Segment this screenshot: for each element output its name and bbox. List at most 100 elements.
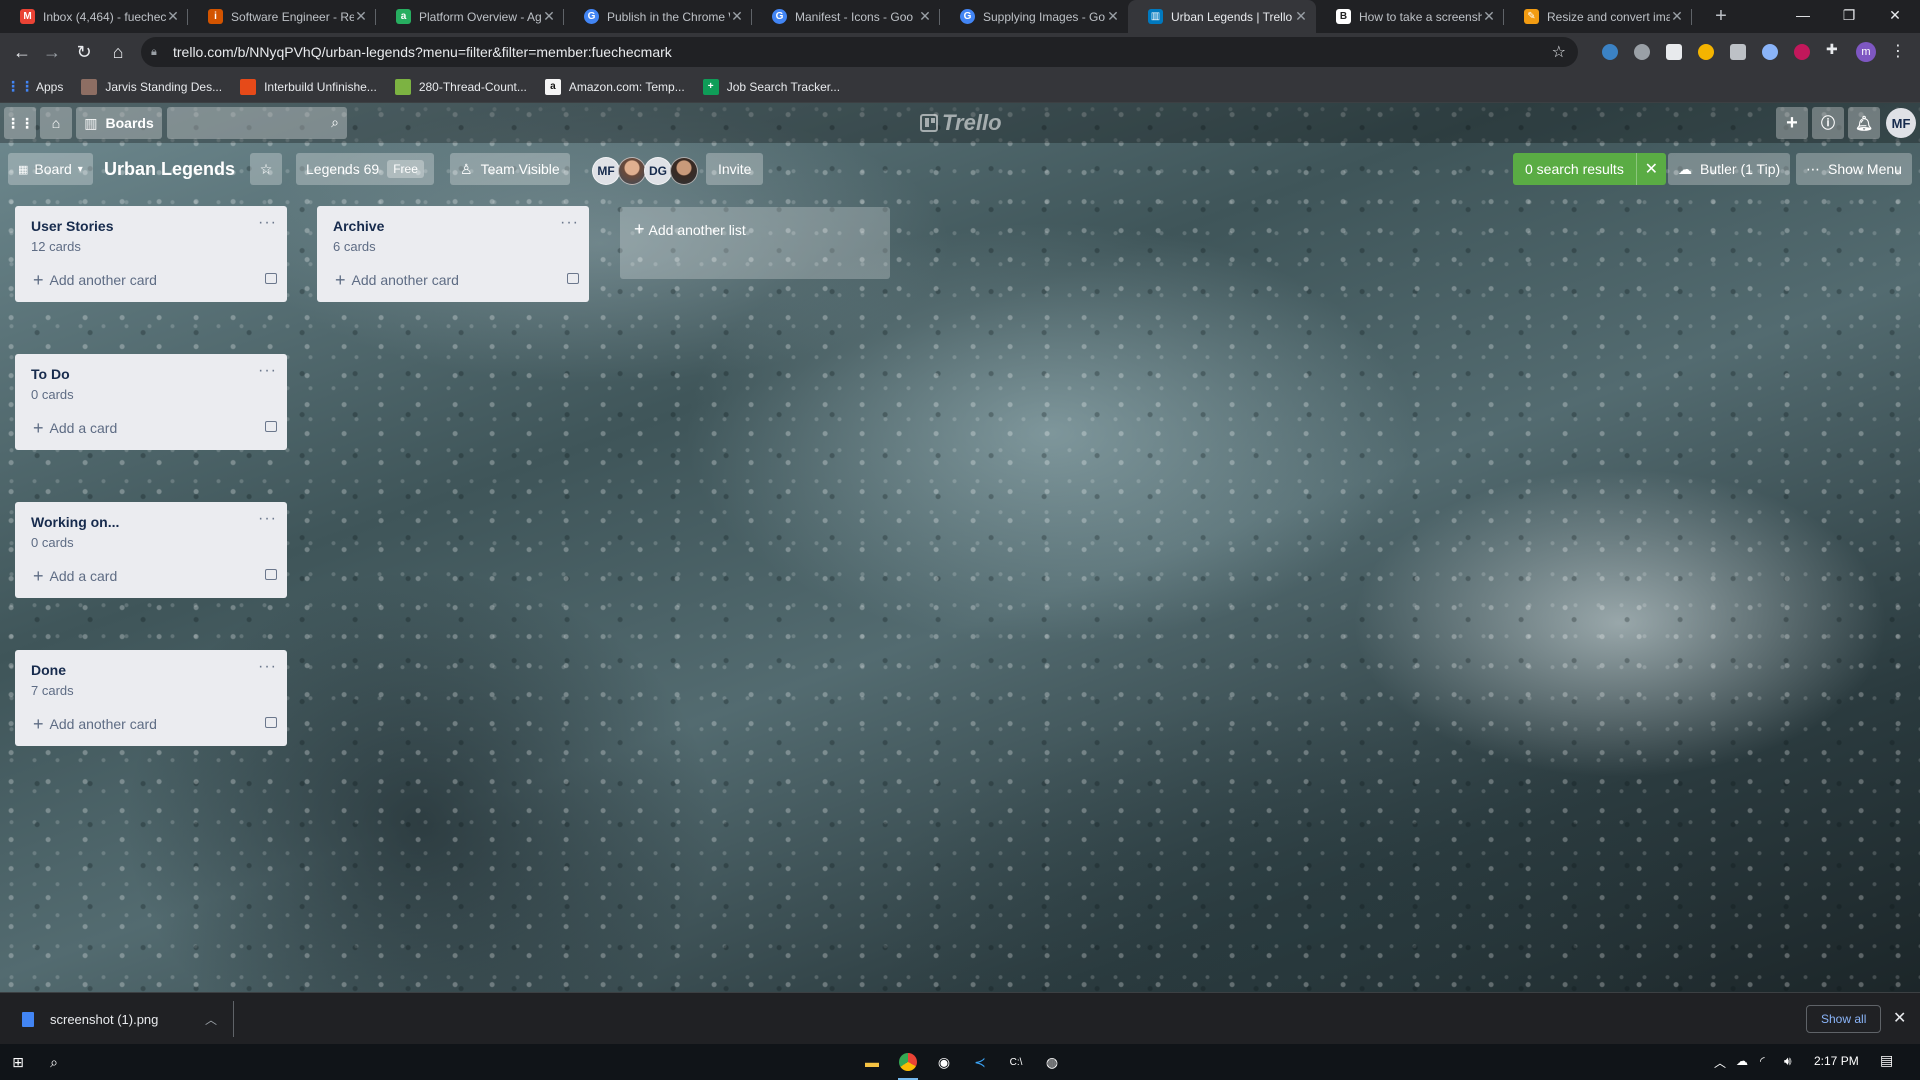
notifications-icon[interactable]: ▤ <box>1880 1052 1893 1069</box>
tab-screenshot-howto[interactable]: B How to take a screensh ✕ <box>1316 0 1504 33</box>
notifications-bell-icon[interactable]: 🔔︎ <box>1848 107 1880 139</box>
create-button[interactable]: + <box>1776 107 1808 139</box>
bookmark-apps[interactable]: ⋮⋮ Apps <box>6 78 63 95</box>
terminal-icon[interactable]: C:\ <box>1004 1050 1028 1074</box>
list-title[interactable]: User Stories <box>31 218 277 234</box>
card-template-icon[interactable] <box>567 273 579 284</box>
extension-circle-icon[interactable] <box>1762 44 1778 60</box>
extension-record-icon[interactable] <box>1634 44 1650 60</box>
minimize-icon[interactable]: — <box>1780 0 1826 30</box>
volume-icon[interactable]: 🔊︎ <box>1784 1054 1792 1069</box>
close-tab-icon[interactable]: ✕ <box>1670 8 1684 25</box>
list-menu-icon[interactable]: ··· <box>560 214 579 232</box>
list-menu-icon[interactable]: ··· <box>258 362 277 380</box>
close-tab-icon[interactable]: ✕ <box>730 8 744 25</box>
extension-briefcase-icon[interactable] <box>1666 44 1682 60</box>
tray-chevron-up-icon[interactable]: ︿ <box>1714 1054 1726 1071</box>
search-icon[interactable]: ⌕ <box>331 114 339 131</box>
card-template-icon[interactable] <box>265 421 277 432</box>
list-title[interactable]: Done <box>31 662 277 678</box>
add-card-button[interactable]: + Add another card <box>31 266 277 294</box>
user-avatar[interactable]: MF <box>1886 108 1916 138</box>
bookmark-amazon[interactable]: a Amazon.com: Temp... <box>544 78 685 95</box>
profile-avatar[interactable]: m <box>1856 42 1876 62</box>
app-circle-icon[interactable]: ◍ <box>1040 1050 1064 1074</box>
restore-icon[interactable]: ❐ <box>1826 0 1872 30</box>
close-window-icon[interactable]: ✕ <box>1872 0 1918 30</box>
list-title[interactable]: To Do <box>31 366 277 382</box>
board-title[interactable]: Urban Legends <box>96 153 243 185</box>
team-button[interactable]: Legends 69 Free <box>296 153 434 185</box>
star-board-icon[interactable]: ☆ <box>250 153 282 185</box>
add-card-button[interactable]: + Add another card <box>31 710 277 738</box>
tab-agora[interactable]: a Platform Overview - Ag ✕ <box>376 0 564 33</box>
clock[interactable]: 2:17 PM <box>1814 1054 1859 1068</box>
filter-results-button[interactable]: 0 search results ✕ <box>1513 153 1666 185</box>
list-menu-icon[interactable]: ··· <box>258 214 277 232</box>
close-tab-icon[interactable]: ✕ <box>918 8 932 25</box>
extensions-puzzle-icon[interactable]: ✚ <box>1826 41 1842 57</box>
extension-square-icon[interactable] <box>1730 44 1746 60</box>
forward-icon[interactable]: → <box>38 38 66 66</box>
info-icon[interactable]: ⓘ <box>1812 107 1844 139</box>
show-menu-button[interactable]: ⋯ Show Menu <box>1796 153 1912 185</box>
address-bar[interactable]: 🔒︎ trello.com/b/NNyqPVhQ/urban-legends?m… <box>141 37 1578 67</box>
close-tab-icon[interactable]: ✕ <box>354 8 368 25</box>
reload-icon[interactable]: ↻ <box>70 38 98 66</box>
network-icon[interactable]: ◜ <box>1760 1054 1765 1068</box>
boards-button[interactable]: ▥ Boards <box>76 107 162 139</box>
bookmark-jarvis[interactable]: Jarvis Standing Des... <box>81 78 222 95</box>
extension-react-icon[interactable] <box>1602 44 1618 60</box>
visibility-button[interactable]: ♙ Team Visible <box>450 153 570 185</box>
add-card-button[interactable]: + Add a card <box>31 562 277 590</box>
invite-button[interactable]: Invite <box>706 153 764 185</box>
download-item[interactable]: screenshot (1).png ︿ <box>12 1001 234 1037</box>
home-icon[interactable]: ⌂ <box>104 38 132 66</box>
member-avatar-mf[interactable]: MF <box>592 157 620 185</box>
new-tab-button[interactable]: + <box>1709 0 1733 33</box>
home-button[interactable]: ⌂ <box>40 107 72 139</box>
chevron-up-icon[interactable]: ︿ <box>205 1011 217 1028</box>
member-avatar-photo[interactable] <box>618 157 646 185</box>
bookmark-star-icon[interactable]: ☆ <box>1552 42 1566 62</box>
board-view-switcher[interactable]: ▦ Board ▾ <box>8 153 93 185</box>
list-menu-icon[interactable]: ··· <box>258 658 277 676</box>
close-tab-icon[interactable]: ✕ <box>1106 8 1120 25</box>
tab-supplying-images[interactable]: G Supplying Images - Go ✕ <box>940 0 1128 33</box>
add-card-button[interactable]: + Add another card <box>333 266 579 294</box>
close-tab-icon[interactable]: ✕ <box>1294 8 1308 25</box>
tab-resize-convert[interactable]: ✎ Resize and convert ima ✕ <box>1504 0 1692 33</box>
close-tab-icon[interactable]: ✕ <box>1482 8 1496 25</box>
vscode-icon[interactable]: ≺ <box>968 1050 992 1074</box>
back-icon[interactable]: ← <box>8 38 36 66</box>
app-switcher-icon[interactable]: ⋮⋮ <box>4 107 36 139</box>
tab-gmail[interactable]: M Inbox (4,464) - fuechec ✕ <box>0 0 188 33</box>
bookmark-job-tracker[interactable]: + Job Search Tracker... <box>702 78 840 95</box>
browser-menu-icon[interactable]: ⋮ <box>1890 41 1906 61</box>
show-all-button[interactable]: Show all <box>1806 1005 1882 1033</box>
trello-logo[interactable]: Trello <box>920 109 1002 137</box>
add-card-button[interactable]: + Add a card <box>31 414 277 442</box>
butler-button[interactable]: ☁ Butler (1 Tip) <box>1668 153 1791 185</box>
close-shelf-icon[interactable]: ✕ <box>1893 1008 1906 1028</box>
add-list-button[interactable]: + Add another list <box>620 207 890 279</box>
card-template-icon[interactable] <box>265 569 277 580</box>
search-input[interactable] <box>167 107 317 139</box>
clear-filter-icon[interactable]: ✕ <box>1635 153 1666 185</box>
card-template-icon[interactable] <box>265 717 277 728</box>
close-tab-icon[interactable]: ✕ <box>542 8 556 25</box>
bookmark-interbuild[interactable]: Interbuild Unfinishe... <box>240 78 377 95</box>
file-explorer-icon[interactable]: ▬ <box>860 1050 884 1074</box>
bookmark-thread-count[interactable]: 280-Thread-Count... <box>394 78 527 95</box>
tab-trello[interactable]: ▥ Urban Legends | Trello ✕ <box>1128 0 1316 33</box>
extension-chrome-icon[interactable] <box>1698 44 1714 60</box>
chrome-icon[interactable] <box>896 1050 920 1080</box>
list-menu-icon[interactable]: ··· <box>258 510 277 528</box>
extension-colorful-icon[interactable] <box>1794 44 1810 60</box>
search-icon[interactable]: ⌕ <box>42 1050 66 1074</box>
member-avatar-photo[interactable] <box>670 157 698 185</box>
list-title[interactable]: Archive <box>333 218 579 234</box>
card-template-icon[interactable] <box>265 273 277 284</box>
url-text[interactable]: trello.com/b/NNyqPVhQ/urban-legends?menu… <box>173 44 1552 60</box>
windows-start-icon[interactable]: ⊞ <box>6 1050 30 1074</box>
